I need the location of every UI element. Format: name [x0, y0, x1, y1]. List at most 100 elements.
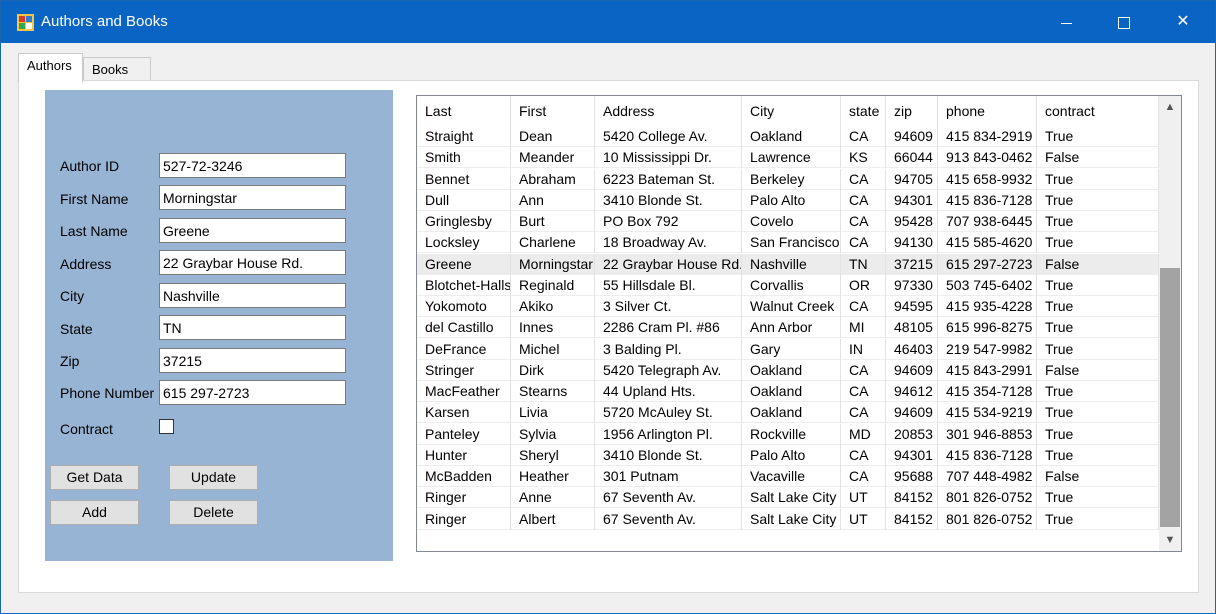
table-cell[interactable]: True	[1037, 232, 1159, 254]
table-cell[interactable]: Oakland	[742, 402, 841, 424]
table-cell[interactable]: 44 Upland Hts.	[595, 381, 742, 402]
table-cell[interactable]: Panteley	[417, 423, 511, 445]
table-cell[interactable]: True	[1037, 317, 1159, 339]
column-header-last[interactable]: Last	[417, 96, 511, 126]
table-cell[interactable]: del Castillo	[417, 317, 511, 339]
table-cell[interactable]: Sylvia	[511, 423, 595, 445]
table-cell[interactable]: Corvallis	[742, 274, 841, 296]
column-header-state[interactable]: state	[841, 96, 886, 126]
table-cell[interactable]: True	[1037, 126, 1159, 147]
table-cell[interactable]: Bennet	[417, 168, 511, 190]
table-cell[interactable]: Hunter	[417, 444, 511, 466]
table-cell[interactable]: Reginald	[511, 274, 595, 296]
table-cell[interactable]: True	[1037, 296, 1159, 317]
table-cell[interactable]: Straight	[417, 126, 511, 147]
close-button[interactable]: ✕	[1154, 1, 1212, 43]
column-header-phone[interactable]: phone	[938, 96, 1037, 126]
table-row[interactable]: Smith Meander 10 Mississippi Dr. Lawrence KS…	[417, 147, 1159, 169]
table-cell[interactable]: True	[1037, 423, 1159, 445]
table-cell[interactable]: Blotchet-Halls	[417, 274, 511, 296]
table-cell[interactable]: 55 Hillsdale Bl.	[595, 274, 742, 296]
table-cell[interactable]: Vacaville	[742, 466, 841, 487]
table-cell[interactable]: 94595	[886, 296, 938, 317]
table-cell[interactable]: Charlene	[511, 232, 595, 254]
table-cell[interactable]: PO Box 792	[595, 211, 742, 232]
table-cell[interactable]: 5420 Telegraph Av.	[595, 359, 742, 381]
table-cell[interactable]: 94609	[886, 402, 938, 424]
table-cell[interactable]: 3410 Blonde St.	[595, 444, 742, 466]
table-cell[interactable]: 615 297-2723	[938, 253, 1037, 275]
table-cell[interactable]: Gary	[742, 338, 841, 360]
table-cell[interactable]: 615 996-8275	[938, 317, 1037, 339]
table-cell[interactable]: Stringer	[417, 359, 511, 381]
table-cell[interactable]: 22 Graybar House Rd.	[595, 253, 742, 275]
table-cell[interactable]: 67 Seventh Av.	[595, 508, 742, 530]
tab-books[interactable]: Books	[83, 57, 151, 81]
table-row[interactable]: McBadden Heather 301 Putnam Vacaville CA 9568…	[417, 466, 1159, 487]
table-cell[interactable]: CA	[841, 444, 886, 466]
table-cell[interactable]: Walnut Creek	[742, 296, 841, 317]
table-row[interactable]: Ringer Albert 67 Seventh Av. Salt Lake City…	[417, 508, 1159, 530]
table-row[interactable]: Stringer Dirk 5420 Telegraph Av. Oakland CA 9…	[417, 359, 1159, 381]
table-cell[interactable]: 46403	[886, 338, 938, 360]
table-cell[interactable]: 913 843-0462	[938, 147, 1037, 169]
table-cell[interactable]: UT	[841, 508, 886, 530]
table-cell[interactable]: Meander	[511, 147, 595, 169]
table-cell[interactable]: 2286 Cram Pl. #86	[595, 317, 742, 339]
table-cell[interactable]: Dean	[511, 126, 595, 147]
table-row[interactable]: Dull Ann 3410 Blonde St. Palo Alto CA 94301 41…	[417, 189, 1159, 211]
table-cell[interactable]: OR	[841, 274, 886, 296]
last-name-field[interactable]	[159, 218, 346, 243]
table-row[interactable]: DeFrance Michel 3 Balding Pl. Gary IN 46403 21…	[417, 338, 1159, 360]
table-cell[interactable]: 415 836-7128	[938, 444, 1037, 466]
table-cell[interactable]: 415 658-9932	[938, 168, 1037, 190]
address-field[interactable]	[159, 250, 346, 275]
table-cell[interactable]: True	[1037, 274, 1159, 296]
table-cell[interactable]: KS	[841, 147, 886, 169]
table-cell[interactable]: Ann Arbor	[742, 317, 841, 339]
table-cell[interactable]: Anne	[511, 487, 595, 509]
column-header-zip[interactable]: zip	[886, 96, 938, 126]
table-cell[interactable]: Burt	[511, 211, 595, 232]
table-cell[interactable]: 94612	[886, 381, 938, 402]
table-cell[interactable]: McBadden	[417, 466, 511, 487]
table-cell[interactable]: Rockville	[742, 423, 841, 445]
column-header-first[interactable]: First	[511, 96, 595, 126]
table-cell[interactable]: 6223 Bateman St.	[595, 168, 742, 190]
table-cell[interactable]: 415 354-7128	[938, 381, 1037, 402]
chevron-down-icon[interactable]: ▼	[1159, 529, 1181, 551]
table-cell[interactable]: 94609	[886, 359, 938, 381]
chevron-up-icon[interactable]: ▲	[1159, 96, 1181, 118]
table-cell[interactable]: Albert	[511, 508, 595, 530]
column-header-contract[interactable]: contract	[1037, 96, 1159, 126]
table-cell[interactable]: True	[1037, 508, 1159, 530]
table-cell[interactable]: Smith	[417, 147, 511, 169]
table-cell[interactable]: CA	[841, 466, 886, 487]
table-cell[interactable]: Dirk	[511, 359, 595, 381]
table-cell[interactable]: 94130	[886, 232, 938, 254]
table-cell[interactable]: 10 Mississippi Dr.	[595, 147, 742, 169]
table-cell[interactable]: 48105	[886, 317, 938, 339]
table-cell[interactable]: True	[1037, 444, 1159, 466]
first-name-field[interactable]	[159, 185, 346, 210]
table-row[interactable]: Hunter Sheryl 3410 Blonde St. Palo Alto CA 94…	[417, 444, 1159, 466]
table-cell[interactable]: Salt Lake City	[742, 487, 841, 509]
table-cell[interactable]: Gringlesby	[417, 211, 511, 232]
table-cell[interactable]: Greene	[417, 253, 511, 275]
table-row[interactable]: Karsen Livia 5720 McAuley St. Oakland CA 9460…	[417, 402, 1159, 424]
table-cell[interactable]: Karsen	[417, 402, 511, 424]
table-row[interactable]: Gringlesby Burt PO Box 792 Covelo CA 95428 707…	[417, 211, 1159, 232]
table-cell[interactable]: 503 745-6402	[938, 274, 1037, 296]
table-cell[interactable]: 707 448-4982	[938, 466, 1037, 487]
table-cell[interactable]: 415 834-2919	[938, 126, 1037, 147]
table-row[interactable]: Bennet Abraham 6223 Bateman St. Berkeley CA 9…	[417, 168, 1159, 190]
table-cell[interactable]: Ann	[511, 189, 595, 211]
table-cell[interactable]: 84152	[886, 508, 938, 530]
table-cell[interactable]: CA	[841, 232, 886, 254]
tab-authors[interactable]: Authors	[18, 53, 83, 82]
minimize-button[interactable]	[1037, 1, 1095, 43]
table-row[interactable]: Panteley Sylvia 1956 Arlington Pl. Rockvill…	[417, 423, 1159, 445]
table-cell[interactable]: 3 Silver Ct.	[595, 296, 742, 317]
delete-button[interactable]: Delete	[169, 500, 258, 525]
table-cell[interactable]: 415 935-4228	[938, 296, 1037, 317]
